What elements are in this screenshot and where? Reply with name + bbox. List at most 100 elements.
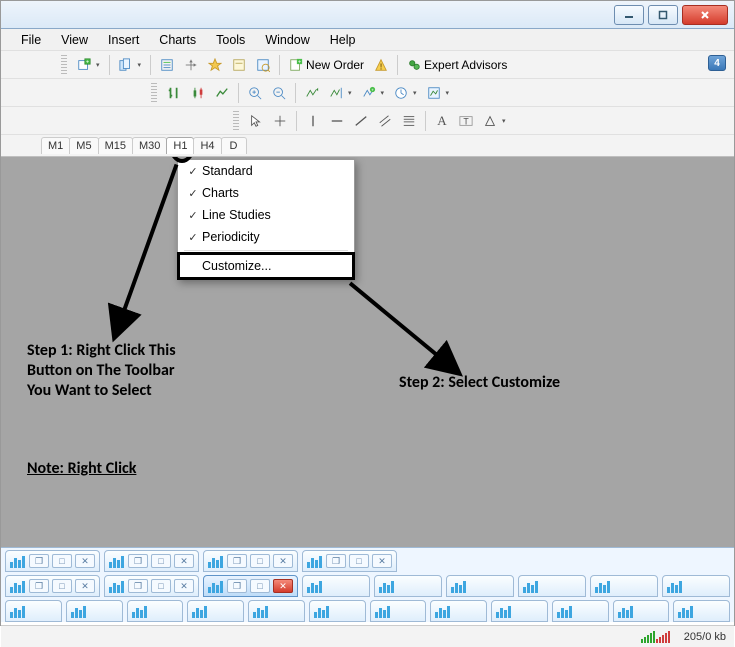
child-window-tab[interactable] xyxy=(552,600,609,622)
period-tab-h1[interactable]: H1 xyxy=(166,137,194,154)
strategy-tester-button[interactable] xyxy=(252,54,274,76)
bar-chart-button[interactable] xyxy=(163,82,185,104)
cursor-button[interactable] xyxy=(245,110,267,132)
window-restore-icon[interactable]: ❐ xyxy=(128,554,148,568)
trendline-button[interactable] xyxy=(350,110,372,132)
menu-view[interactable]: View xyxy=(51,30,98,50)
child-window-tab[interactable] xyxy=(446,575,514,597)
navigator-button[interactable] xyxy=(180,54,202,76)
child-window-tab[interactable] xyxy=(430,600,487,622)
child-window-tab[interactable] xyxy=(662,575,730,597)
favorites-button[interactable] xyxy=(204,54,226,76)
profiles-button[interactable]: ▾ xyxy=(115,54,146,76)
expert-advisors-button[interactable]: Expert Advisors xyxy=(403,54,511,76)
data-window-button[interactable] xyxy=(228,54,250,76)
context-item-customize[interactable]: Customize... xyxy=(178,253,354,279)
vertical-line-button[interactable] xyxy=(302,110,324,132)
child-window-tab[interactable]: ❐ □ ✕ xyxy=(302,550,397,572)
window-maximize-icon[interactable]: □ xyxy=(52,554,72,568)
child-window-tab[interactable] xyxy=(613,600,670,622)
window-close-icon[interactable]: ✕ xyxy=(75,554,95,568)
child-window-tab[interactable] xyxy=(5,600,62,622)
line-chart-button[interactable] xyxy=(211,82,233,104)
window-restore-icon[interactable]: ❐ xyxy=(128,579,148,593)
menu-help[interactable]: Help xyxy=(320,30,366,50)
child-window-tab-active[interactable]: ❐ □ ✕ xyxy=(203,575,298,597)
child-window-tab[interactable] xyxy=(673,600,730,622)
auto-scroll-button[interactable] xyxy=(301,82,323,104)
menu-insert[interactable]: Insert xyxy=(98,30,149,50)
child-window-tab[interactable]: ❐ □ ✕ xyxy=(203,550,298,572)
window-maximize-icon[interactable]: □ xyxy=(250,554,270,568)
toolbar-grip-icon[interactable] xyxy=(61,55,67,75)
close-button[interactable] xyxy=(682,5,728,25)
horizontal-line-button[interactable] xyxy=(326,110,348,132)
fibonacci-button[interactable] xyxy=(398,110,420,132)
menu-charts[interactable]: Charts xyxy=(149,30,206,50)
window-maximize-icon[interactable]: □ xyxy=(151,554,171,568)
channel-button[interactable] xyxy=(374,110,396,132)
period-tab-d[interactable]: D xyxy=(221,137,247,154)
new-chart-button[interactable]: + ▾ xyxy=(73,54,104,76)
window-maximize-icon[interactable]: □ xyxy=(151,579,171,593)
child-window-tab[interactable]: ❐ □ ✕ xyxy=(104,550,199,572)
new-order-button[interactable]: + New Order xyxy=(285,54,368,76)
maximize-button[interactable] xyxy=(648,5,678,25)
window-close-icon[interactable]: ✕ xyxy=(372,554,392,568)
child-window-tab[interactable] xyxy=(309,600,366,622)
child-window-tab[interactable] xyxy=(491,600,548,622)
toolbar-grip-icon[interactable] xyxy=(233,111,239,131)
minimize-button[interactable] xyxy=(614,5,644,25)
window-restore-icon[interactable]: ❐ xyxy=(227,554,247,568)
child-window-tab[interactable] xyxy=(127,600,184,622)
toolbar-grip-icon[interactable] xyxy=(151,83,157,103)
window-close-icon[interactable]: ✕ xyxy=(174,554,194,568)
zoom-in-button[interactable] xyxy=(244,82,266,104)
window-restore-icon[interactable]: ❐ xyxy=(326,554,346,568)
window-close-icon[interactable]: ✕ xyxy=(273,554,293,568)
menu-tools[interactable]: Tools xyxy=(206,30,255,50)
child-window-tab[interactable] xyxy=(187,600,244,622)
notification-badge[interactable]: 4 xyxy=(708,55,726,71)
chart-shift-button[interactable]: ▾ xyxy=(325,82,356,104)
context-item-charts[interactable]: ✓ Charts xyxy=(178,182,354,204)
child-window-tab[interactable] xyxy=(302,575,370,597)
child-window-tab[interactable] xyxy=(66,600,123,622)
periodicity-button[interactable]: ▾ xyxy=(390,82,421,104)
text-button[interactable]: A xyxy=(431,110,453,132)
period-tab-m15[interactable]: M15 xyxy=(98,137,133,154)
crosshair-button[interactable] xyxy=(269,110,291,132)
context-item-standard[interactable]: ✓ Standard xyxy=(178,160,354,182)
window-maximize-icon[interactable]: □ xyxy=(349,554,369,568)
period-tab-m5[interactable]: M5 xyxy=(69,137,98,154)
window-maximize-icon[interactable]: □ xyxy=(250,579,270,593)
window-restore-icon[interactable]: ❐ xyxy=(29,554,49,568)
child-window-tab[interactable] xyxy=(248,600,305,622)
child-window-tab[interactable] xyxy=(518,575,586,597)
market-watch-button[interactable] xyxy=(156,54,178,76)
period-tab-h4[interactable]: H4 xyxy=(193,137,221,154)
child-window-tab[interactable] xyxy=(374,575,442,597)
context-item-line-studies[interactable]: ✓ Line Studies xyxy=(178,204,354,226)
window-close-icon[interactable]: ✕ xyxy=(273,579,293,593)
menu-window[interactable]: Window xyxy=(255,30,319,50)
candlestick-button[interactable] xyxy=(187,82,209,104)
context-item-periodicity[interactable]: ✓ Periodicity xyxy=(178,226,354,248)
window-maximize-icon[interactable]: □ xyxy=(52,579,72,593)
window-restore-icon[interactable]: ❐ xyxy=(29,579,49,593)
text-label-button[interactable]: T xyxy=(455,110,477,132)
shapes-button[interactable]: ▾ xyxy=(479,110,510,132)
window-close-icon[interactable]: ✕ xyxy=(75,579,95,593)
menu-file[interactable]: File xyxy=(11,30,51,50)
period-tab-m1[interactable]: M1 xyxy=(41,137,70,154)
period-tab-m30[interactable]: M30 xyxy=(132,137,167,154)
alerts-caution-icon[interactable]: ! xyxy=(370,54,392,76)
child-window-tab[interactable] xyxy=(590,575,658,597)
child-window-tab[interactable]: ❐ □ ✕ xyxy=(5,550,100,572)
window-close-icon[interactable]: ✕ xyxy=(174,579,194,593)
child-window-tab[interactable]: ❐ □ ✕ xyxy=(104,575,199,597)
indicators-button[interactable]: +▾ xyxy=(358,82,389,104)
zoom-out-button[interactable] xyxy=(268,82,290,104)
child-window-tab[interactable] xyxy=(370,600,427,622)
window-restore-icon[interactable]: ❐ xyxy=(227,579,247,593)
